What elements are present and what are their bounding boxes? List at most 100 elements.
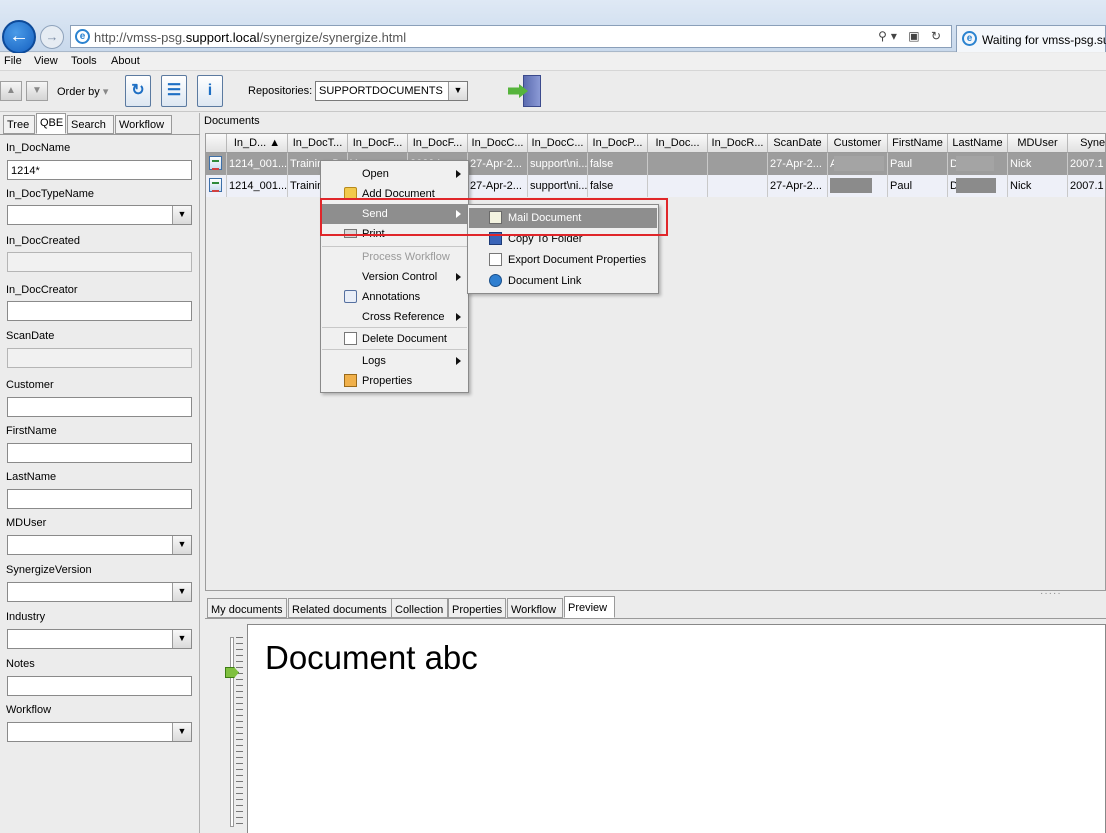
column-header[interactable]: In_D... ▲ (227, 134, 288, 153)
table-cell: false (588, 153, 648, 175)
column-header[interactable]: In_DocF... (408, 134, 468, 153)
column-header[interactable]: MDUser (1008, 134, 1068, 153)
menu-tools[interactable]: Tools (71, 55, 97, 67)
menu-item-process-workflow: Process Workflow (322, 247, 467, 267)
synergizeversion-select[interactable]: ▼ (7, 582, 192, 602)
firstname-input[interactable] (7, 443, 192, 463)
menu-item-delete-document[interactable]: Delete Document (322, 329, 467, 349)
back-arrow-icon[interactable]: ← (2, 20, 36, 54)
in-doccreated-date-field[interactable] (7, 252, 192, 272)
chevron-down-icon[interactable]: ▼ (172, 723, 191, 741)
notes-input[interactable] (7, 676, 192, 696)
field-label: In_DocName (6, 142, 71, 154)
zoom-slider[interactable] (217, 629, 247, 833)
column-header[interactable]: Customer (828, 134, 888, 153)
chevron-down-icon[interactable]: ▼ (448, 82, 467, 100)
menu-item-annotations[interactable]: Annotations (322, 287, 467, 307)
tab-properties[interactable]: Properties (448, 598, 506, 618)
column-header[interactable]: In_DocC... (528, 134, 588, 153)
column-header[interactable]: In_DocR... (708, 134, 768, 153)
splitter-handle[interactable]: ····· (1040, 588, 1062, 599)
column-header[interactable]: ScanDate (768, 134, 828, 153)
menu-item-version-control[interactable]: Version Control (322, 267, 467, 287)
in-docname-input[interactable]: 1214* (7, 160, 192, 180)
export-document-icon (489, 253, 502, 266)
app-menubar: File View Tools About (0, 53, 1106, 71)
address-bar[interactable]: e http://vmss-psg.support.local/synergiz… (70, 25, 952, 48)
column-header[interactable]: In_Doc... (648, 134, 708, 153)
submenu-arrow-icon (456, 357, 461, 365)
redacted-area (956, 156, 994, 171)
tab-collection[interactable]: Collection (391, 598, 448, 618)
in-doccreator-input[interactable] (7, 301, 192, 321)
column-header[interactable]: FirstName (888, 134, 948, 153)
tab-tree[interactable]: Tree (3, 115, 35, 134)
tab-workflow-bottom[interactable]: Workflow (507, 598, 563, 618)
tab-search[interactable]: Search (67, 115, 114, 134)
annotations-icon (344, 290, 357, 303)
workflow-select[interactable]: ▼ (7, 722, 192, 742)
move-down-button[interactable]: ▼ (26, 81, 48, 101)
url-host: support.local (185, 30, 260, 45)
scandate-date-field[interactable] (7, 348, 192, 368)
menu-item-properties[interactable]: Properties (322, 371, 467, 391)
lastname-input[interactable] (7, 489, 192, 509)
in-doctypename-select[interactable]: ▼ (7, 205, 192, 225)
column-header[interactable]: In_DocT... (288, 134, 348, 153)
properties-icon (344, 374, 357, 387)
menu-view[interactable]: View (34, 55, 58, 67)
qbe-form: In_DocName 1214* In_DocTypeName ▼ In_Doc… (0, 134, 200, 833)
chevron-down-icon[interactable]: ▼ (172, 583, 191, 601)
menu-item-open[interactable]: Open (322, 164, 467, 184)
annotation-highlight-box (320, 198, 668, 236)
document-list-icon[interactable]: ☰ (161, 75, 187, 107)
tab-preview[interactable]: Preview (564, 596, 615, 618)
table-cell: 2007.1 (1068, 175, 1105, 197)
chevron-down-icon[interactable]: ▼ (172, 206, 191, 224)
menu-about[interactable]: About (111, 55, 140, 67)
menu-item-cross-reference[interactable]: Cross Reference (322, 307, 467, 327)
table-cell: 27-Apr-2... (768, 153, 828, 175)
menu-item-label: Export Document Properties (508, 254, 647, 266)
order-by-button[interactable]: Order by ▾ (57, 85, 108, 98)
column-header[interactable]: Synerg (1068, 134, 1105, 153)
column-header[interactable]: LastName (948, 134, 1008, 153)
browser-tab[interactable]: e Waiting for vmss-psg.su (956, 25, 1106, 52)
documents-label: Documents (204, 115, 260, 127)
menu-item-logs[interactable]: Logs (322, 351, 467, 371)
tab-related-documents[interactable]: Related documents (288, 598, 394, 618)
redacted-area (830, 178, 872, 193)
industry-select[interactable]: ▼ (7, 629, 192, 649)
field-label: ScanDate (6, 330, 55, 342)
url-text[interactable]: http://vmss-psg.support.local/synergize/… (94, 30, 406, 45)
table-cell: 27-Apr-2... (768, 175, 828, 197)
chevron-down-icon[interactable]: ▼ (172, 536, 191, 554)
table-cell (708, 175, 768, 197)
forward-arrow-icon[interactable]: → (40, 25, 64, 49)
table-cell: false (588, 175, 648, 197)
move-up-button[interactable]: ▲ (0, 81, 22, 101)
tab-qbe[interactable]: QBE (36, 113, 66, 134)
tab-my-documents[interactable]: My documents (207, 598, 287, 618)
menu-item-export-document-properties[interactable]: Export Document Properties (469, 250, 657, 270)
table-cell (648, 153, 708, 175)
repositories-select[interactable]: SUPPORTDOCUMENTS ▼ (315, 81, 468, 101)
menu-file[interactable]: File (4, 55, 22, 67)
zoom-track[interactable] (230, 637, 234, 827)
customer-input[interactable] (7, 397, 192, 417)
column-header[interactable]: In_DocP... (588, 134, 648, 153)
column-header[interactable]: In_DocC... (468, 134, 528, 153)
table-cell: Paul (888, 153, 948, 175)
column-header[interactable]: In_DocF... (348, 134, 408, 153)
info-icon[interactable]: i (197, 75, 223, 107)
row-icon-cell (206, 153, 227, 175)
exit-door-icon[interactable] (508, 75, 542, 107)
submenu-arrow-icon (456, 273, 461, 281)
mduser-select[interactable]: ▼ (7, 535, 192, 555)
address-bar-icons[interactable]: ⚲▾ ▣ ↻ (878, 29, 945, 43)
menu-item-document-link[interactable]: Document Link (469, 271, 657, 291)
refresh-icon[interactable]: ↻ (125, 75, 151, 107)
chevron-down-icon[interactable]: ▼ (172, 630, 191, 648)
tab-workflow[interactable]: Workflow (115, 115, 172, 134)
table-cell: 2007.1 (1068, 153, 1105, 175)
